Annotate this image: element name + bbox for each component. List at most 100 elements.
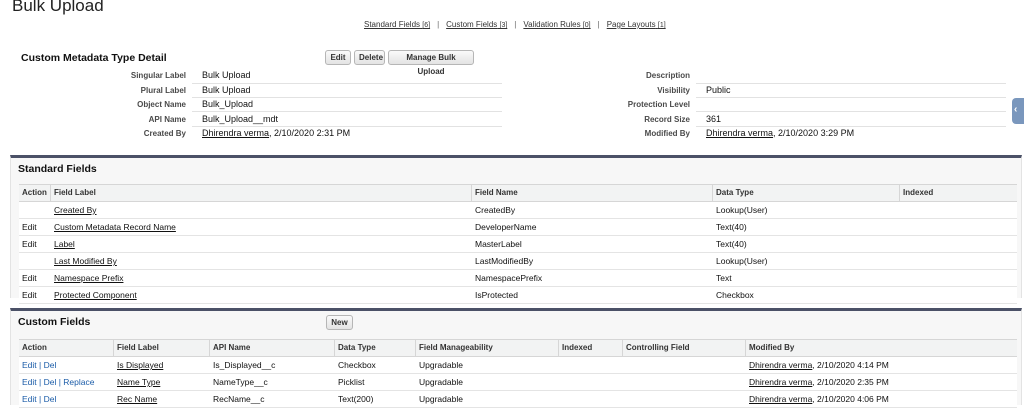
field-label-link[interactable]: Custom Metadata Record Name bbox=[51, 222, 176, 232]
row-actions: Edit | Del | Replace bbox=[22, 377, 95, 387]
column-header: Field Label bbox=[113, 340, 159, 356]
table-row: Edit | Del Is Displayed Is_Displayed__c … bbox=[19, 357, 1017, 374]
delete-button[interactable]: Delete bbox=[354, 50, 385, 65]
edit-link[interactable]: Edit bbox=[22, 360, 37, 370]
table-row: Edit Label MasterLabel Text(40) bbox=[19, 236, 1017, 253]
data-type: Text(200) bbox=[338, 394, 374, 404]
api-name: Is_Displayed__c bbox=[213, 360, 276, 370]
column-header: Field Manageability bbox=[415, 340, 493, 356]
standard-fields-title: Standard Fields bbox=[18, 163, 97, 175]
field-label: Record Size bbox=[644, 115, 690, 124]
link-custom-fields[interactable]: Custom Fields [3] bbox=[446, 20, 507, 29]
field-name: DeveloperName bbox=[475, 222, 537, 232]
field-value: Bulk Upload bbox=[202, 70, 251, 80]
row-actions: Edit | Del bbox=[22, 394, 57, 404]
delete-link[interactable]: Del bbox=[44, 394, 57, 404]
field-manageability: Upgradable bbox=[419, 360, 463, 370]
detail-title: Custom Metadata Type Detail bbox=[21, 52, 167, 64]
page-title: Bulk Upload bbox=[12, 0, 104, 15]
field-label: API Name bbox=[148, 115, 186, 124]
field-value: Bulk_Upload bbox=[202, 99, 254, 109]
replace-link[interactable]: Replace bbox=[63, 377, 94, 387]
manage-bulk-upload-button[interactable]: Manage Bulk Upload bbox=[388, 50, 474, 76]
modified-by-user-link[interactable]: Dhirendra verma bbox=[749, 394, 812, 404]
data-type: Text(40) bbox=[716, 222, 747, 232]
detail-row: Singular Label Bulk Upload Description bbox=[10, 69, 1010, 83]
field-label-link[interactable]: Name Type bbox=[114, 377, 160, 387]
table-row: Created By CreatedBy Lookup(User) bbox=[19, 202, 1017, 219]
table-row: Edit | Del | Replace Name Type NameType_… bbox=[19, 374, 1017, 391]
detail-section: Custom Metadata Type Detail Edit Delete … bbox=[10, 40, 1010, 148]
modified-by-label: Modified By bbox=[644, 129, 690, 138]
table-row: Last Modified By LastModifiedBy Lookup(U… bbox=[19, 253, 1017, 270]
link-validation-rules[interactable]: Validation Rules [0] bbox=[523, 20, 590, 29]
modified-by-user-link[interactable]: Dhirendra verma bbox=[749, 360, 812, 370]
detail-row: API Name Bulk_Upload__mdt Record Size 36… bbox=[10, 113, 1010, 127]
field-name: CreatedBy bbox=[475, 205, 516, 215]
table-header: Action Field Label API Name Data Type Fi… bbox=[19, 340, 1017, 357]
field-label-link[interactable]: Protected Component bbox=[51, 290, 137, 300]
table-row: Edit Namespace Prefix NamespacePrefix Te… bbox=[19, 270, 1017, 287]
modified-by-user-link[interactable]: Dhirendra verma bbox=[749, 377, 812, 387]
related-list-links: Standard Fields [6] | Custom Fields [3] | Va… bbox=[364, 20, 666, 29]
delete-link[interactable]: Del bbox=[44, 360, 57, 370]
modified-by: Dhirendra verma, 2/10/2020 4:06 PM bbox=[749, 394, 889, 404]
data-type: Lookup(User) bbox=[716, 256, 768, 266]
field-label: Protection Level bbox=[627, 100, 690, 109]
edit-link[interactable]: Edit bbox=[22, 394, 37, 404]
custom-fields-title: Custom Fields bbox=[18, 316, 91, 328]
created-by-user-link[interactable]: Dhirendra verma bbox=[202, 128, 269, 138]
edit-button[interactable]: Edit bbox=[325, 50, 351, 65]
api-name: NameType__c bbox=[213, 377, 268, 387]
edit-link[interactable]: Edit bbox=[22, 377, 37, 387]
detail-row: Object Name Bulk_Upload Protection Level bbox=[10, 98, 1010, 112]
column-header: Indexed bbox=[558, 340, 592, 356]
api-name: RecName__c bbox=[213, 394, 265, 404]
standard-fields-panel: Standard Fields Action Field Label Field… bbox=[10, 155, 1022, 304]
modified-by: Dhirendra verma, 2/10/2020 2:35 PM bbox=[749, 377, 889, 387]
column-header: Field Label bbox=[50, 185, 96, 201]
field-label-link[interactable]: Label bbox=[51, 239, 75, 249]
sidebar-toggle[interactable]: ‹ bbox=[1012, 98, 1024, 124]
field-label: Visibility bbox=[657, 86, 690, 95]
detail-row: Created By Dhirendra verma, 2/10/2020 2:… bbox=[10, 127, 1010, 141]
column-header: Action bbox=[22, 343, 47, 352]
delete-link[interactable]: Del bbox=[44, 377, 57, 387]
column-header: API Name bbox=[209, 340, 250, 356]
field-label-link[interactable]: Last Modified By bbox=[51, 256, 117, 266]
field-label-link[interactable]: Namespace Prefix bbox=[51, 273, 123, 283]
table-header: Action Field Label Field Name Data Type … bbox=[19, 185, 1017, 202]
detail-row: Plural Label Bulk Upload Visibility Publ… bbox=[10, 84, 1010, 98]
standard-fields-table: Action Field Label Field Name Data Type … bbox=[19, 184, 1017, 304]
column-header: Modified By bbox=[745, 340, 794, 356]
field-label-link[interactable]: Is Displayed bbox=[114, 360, 163, 370]
field-label: Singular Label bbox=[130, 71, 186, 80]
field-manageability: Upgradable bbox=[419, 394, 463, 404]
column-header: Field Name bbox=[471, 185, 518, 201]
field-name: MasterLabel bbox=[475, 239, 522, 249]
table-row: Edit | Del Rec Name RecName__c Text(200)… bbox=[19, 391, 1017, 408]
column-header: Data Type bbox=[712, 185, 754, 201]
link-page-layouts[interactable]: Page Layouts [1] bbox=[607, 20, 666, 29]
field-name: NamespacePrefix bbox=[475, 273, 543, 283]
new-field-button[interactable]: New bbox=[326, 315, 353, 330]
field-label: Object Name bbox=[137, 100, 186, 109]
field-label-link[interactable]: Rec Name bbox=[114, 394, 157, 404]
field-value: Bulk_Upload__mdt bbox=[202, 114, 279, 124]
link-standard-fields[interactable]: Standard Fields [6] bbox=[364, 20, 430, 29]
data-type: Text bbox=[716, 273, 732, 283]
created-by-value: Dhirendra verma, 2/10/2020 2:31 PM bbox=[202, 128, 351, 138]
column-header: Controlling Field bbox=[622, 340, 690, 356]
edit-link[interactable]: Edit bbox=[19, 222, 37, 232]
field-manageability: Upgradable bbox=[419, 377, 463, 387]
column-header: Action bbox=[22, 188, 47, 197]
field-label-link[interactable]: Created By bbox=[51, 205, 97, 215]
edit-link[interactable]: Edit bbox=[19, 290, 37, 300]
edit-link[interactable]: Edit bbox=[19, 273, 37, 283]
data-type: Lookup(User) bbox=[716, 205, 768, 215]
edit-link[interactable]: Edit bbox=[19, 239, 37, 249]
data-type: Checkbox bbox=[338, 360, 376, 370]
modified-by-user-link[interactable]: Dhirendra verma bbox=[706, 128, 773, 138]
created-by-label: Created By bbox=[143, 129, 186, 138]
data-type: Checkbox bbox=[716, 290, 754, 300]
